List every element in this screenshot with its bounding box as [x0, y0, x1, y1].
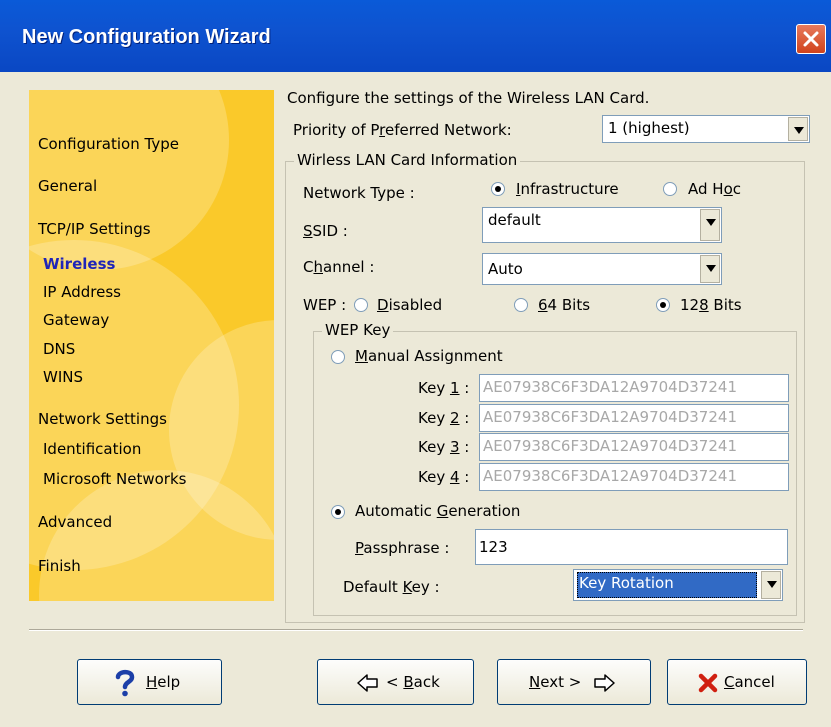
arrow-right-icon: [594, 674, 615, 692]
footer-separator: [29, 629, 803, 631]
priority-label: Priority of Preferred Network:: [293, 121, 512, 139]
channel-dropdown[interactable]: Auto: [482, 253, 722, 285]
default-key-value: Key Rotation: [579, 574, 674, 592]
nav-tcpip-settings[interactable]: TCP/IP Settings: [38, 220, 151, 238]
nav-gateway[interactable]: Gateway: [43, 311, 109, 329]
wep-label: WEP :: [303, 296, 347, 314]
key1-field[interactable]: AE07938C6F3DA12A9704D37241: [479, 374, 789, 402]
manual-assignment-radio[interactable]: [331, 350, 345, 364]
channel-label: Channel :: [303, 258, 375, 276]
default-key-dropdown[interactable]: Key Rotation: [573, 569, 783, 601]
back-button[interactable]: < Back: [317, 659, 474, 705]
next-button[interactable]: Next >: [497, 659, 651, 705]
wlan-card-group-title: Wirless LAN Card Information: [294, 151, 521, 169]
nav-general[interactable]: General: [38, 177, 97, 195]
chevron-down-icon[interactable]: [700, 209, 720, 241]
priority-dropdown[interactable]: 1 (highest): [602, 115, 810, 143]
nav-dns[interactable]: DNS: [43, 340, 75, 358]
cancel-button[interactable]: Cancel: [667, 659, 807, 705]
chevron-down-icon[interactable]: [788, 117, 808, 141]
priority-value: 1 (highest): [608, 119, 690, 137]
nav-identification[interactable]: Identification: [43, 440, 141, 458]
cancel-label: Cancel: [724, 673, 775, 691]
cancel-x-icon: [698, 673, 718, 693]
automatic-generation-label[interactable]: Automatic Generation: [355, 502, 520, 520]
chevron-down-icon[interactable]: [700, 255, 720, 283]
wep-64bits-radio[interactable]: [514, 298, 528, 312]
automatic-generation-radio[interactable]: [331, 505, 345, 519]
passphrase-label: Passphrase :: [355, 539, 450, 557]
key1-label: Key 1 :: [418, 379, 470, 397]
manual-assignment-label[interactable]: Manual Assignment: [355, 347, 503, 365]
close-icon: [803, 31, 819, 47]
intro-text: Configure the settings of the Wireless L…: [287, 89, 650, 107]
wep-disabled-label[interactable]: Disabled: [377, 296, 442, 314]
key3-label: Key 3 :: [418, 438, 470, 456]
help-label: Help: [146, 673, 181, 691]
window-title: New Configuration Wizard: [22, 26, 271, 48]
passphrase-input[interactable]: 123: [475, 529, 788, 565]
wizard-window: New Configuration Wizard Configuration T…: [0, 0, 831, 727]
wep-key-group-title: WEP Key: [322, 321, 394, 339]
channel-value: Auto: [488, 260, 523, 278]
network-type-label: Network Type :: [303, 184, 415, 202]
ssid-value: default: [488, 211, 541, 229]
key2-field[interactable]: AE07938C6F3DA12A9704D37241: [479, 404, 789, 432]
nav-microsoft-networks[interactable]: Microsoft Networks: [43, 470, 186, 488]
chevron-down-icon[interactable]: [761, 571, 781, 599]
help-icon: [115, 669, 135, 697]
key3-field[interactable]: AE07938C6F3DA12A9704D37241: [479, 433, 789, 461]
ssid-combobox[interactable]: default: [482, 207, 722, 243]
infrastructure-label[interactable]: Infrastructure: [516, 180, 619, 198]
help-button[interactable]: Help: [77, 659, 222, 705]
infrastructure-radio[interactable]: [491, 182, 505, 196]
close-button[interactable]: [796, 24, 826, 54]
nav-finish[interactable]: Finish: [38, 557, 81, 575]
wizard-sidebar: Configuration Type General TCP/IP Settin…: [29, 90, 274, 601]
nav-wireless[interactable]: Wireless: [43, 255, 115, 273]
title-bar[interactable]: New Configuration Wizard: [0, 0, 831, 72]
window-border: [822, 72, 831, 727]
nav-advanced[interactable]: Advanced: [38, 513, 112, 531]
adhoc-radio[interactable]: [663, 182, 677, 196]
key4-label: Key 4 :: [418, 468, 470, 486]
next-label: Next >: [529, 673, 582, 691]
wep-64bits-label[interactable]: 64 Bits: [538, 296, 590, 314]
key2-label: Key 2 :: [418, 409, 470, 427]
wep-disabled-radio[interactable]: [354, 298, 368, 312]
wep-128bits-radio[interactable]: [656, 298, 670, 312]
ssid-label: SSID :: [303, 222, 348, 240]
nav-ip-address[interactable]: IP Address: [43, 283, 121, 301]
arrow-left-icon: [357, 674, 378, 692]
nav-network-settings[interactable]: Network Settings: [38, 410, 167, 428]
nav-wins[interactable]: WINS: [43, 368, 83, 386]
default-key-label: Default Key :: [343, 578, 440, 596]
nav-configuration-type[interactable]: Configuration Type: [38, 135, 179, 153]
back-label: < Back: [386, 673, 440, 691]
adhoc-label[interactable]: Ad Hoc: [688, 180, 741, 198]
wep-128bits-label[interactable]: 128 Bits: [680, 296, 742, 314]
key4-field[interactable]: AE07938C6F3DA12A9704D37241: [479, 463, 789, 491]
